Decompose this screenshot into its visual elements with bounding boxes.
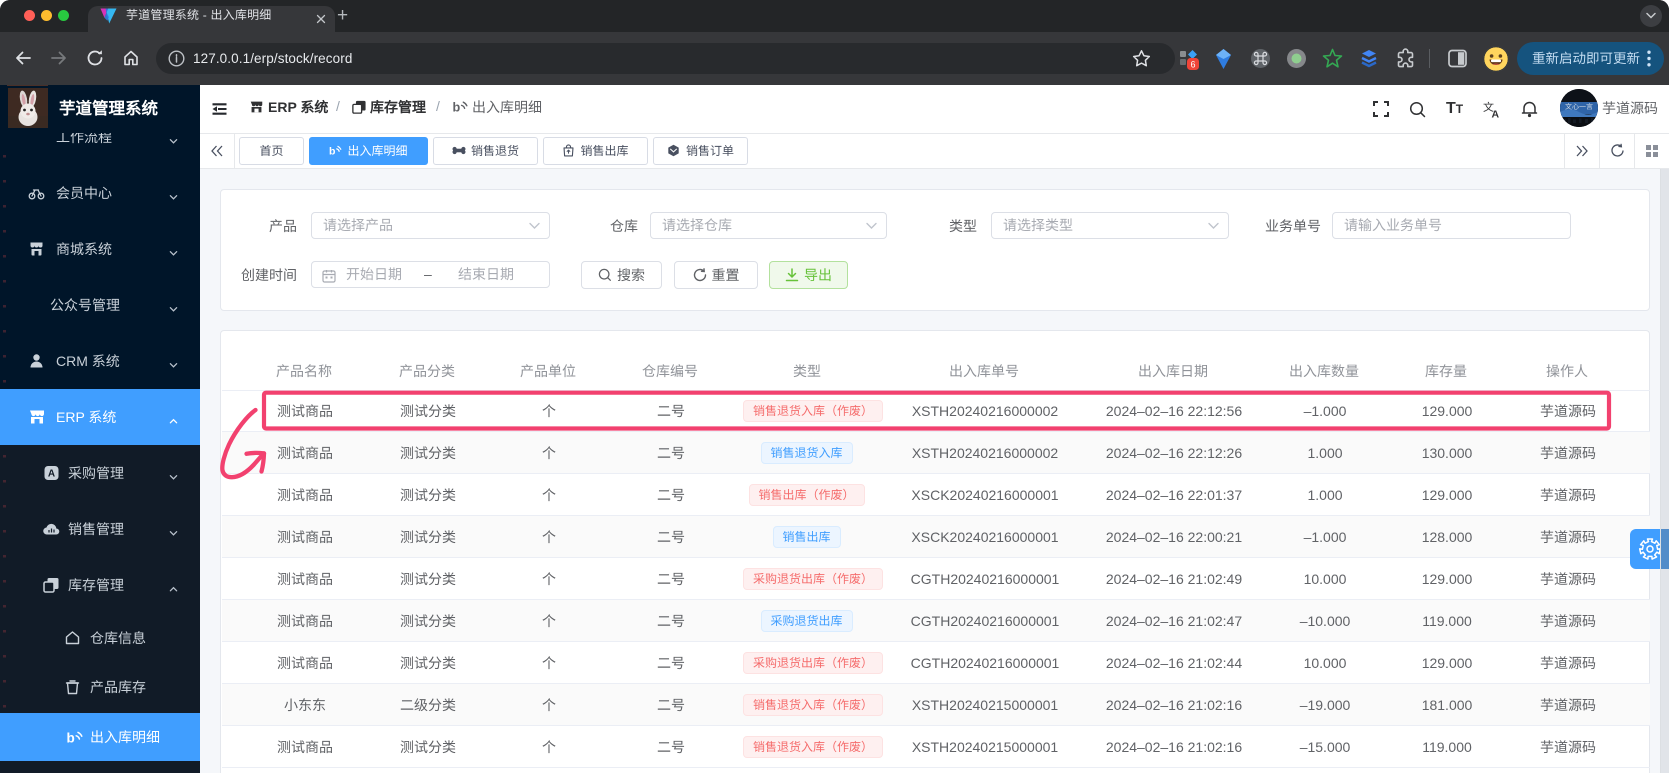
svg-text:b: b bbox=[329, 146, 336, 157]
svg-text:b: b bbox=[453, 101, 461, 114]
svg-text:6: 6 bbox=[1190, 60, 1195, 70]
svg-text:b: b bbox=[67, 731, 75, 746]
svg-text:A: A bbox=[1492, 109, 1500, 119]
svg-text:A: A bbox=[48, 469, 55, 480]
svg-text:文心一言: 文心一言 bbox=[1565, 102, 1593, 112]
